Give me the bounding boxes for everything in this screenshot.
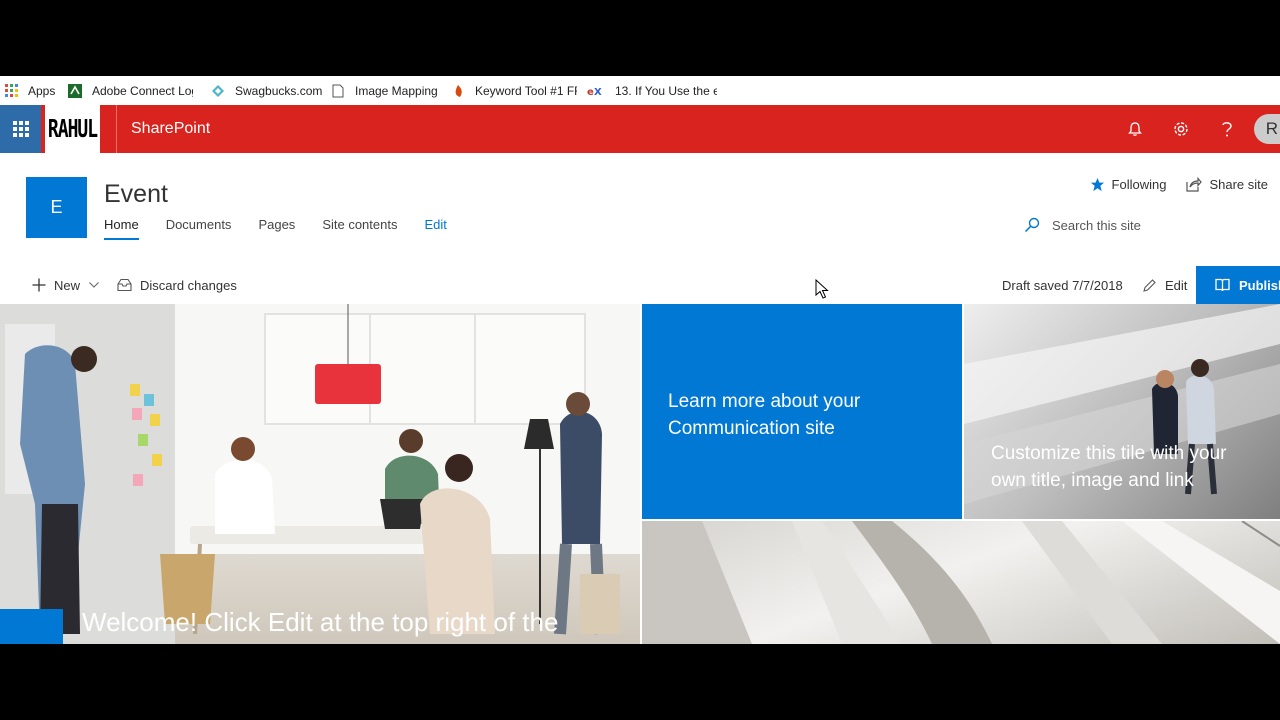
bookmark-image-mapping[interactable]: Image Mapping <box>331 76 451 105</box>
bookmark-adobe-connect[interactable]: Adobe Connect Log <box>68 76 211 105</box>
bell-icon <box>1128 122 1142 136</box>
bookmark-label: 13. If You Use the ec <box>615 83 717 98</box>
share-site-button[interactable]: Share site <box>1186 177 1268 192</box>
avatar-initial: R <box>1265 119 1278 138</box>
suite-bar: RAHUL SharePoint R <box>0 105 1280 153</box>
keyword-tool-icon <box>451 84 465 98</box>
site-navigation: Home Documents Pages Site contents Edit <box>104 217 474 240</box>
bookmark-keyword-tool[interactable]: Keyword Tool #1 FR <box>451 76 587 105</box>
search-placeholder: Search this site <box>1052 217 1141 233</box>
help-button[interactable] <box>1204 105 1250 153</box>
search-box[interactable]: Search this site <box>1024 217 1141 233</box>
notifications-button[interactable] <box>1112 105 1158 153</box>
mouse-cursor-icon <box>815 279 829 299</box>
org-logo-text: RAHUL <box>47 114 98 144</box>
site-header-actions: Following Share site <box>1070 177 1268 192</box>
bookmark-swagbucks[interactable]: Swagbucks.com <box>211 76 331 105</box>
hero-tile-customize[interactable]: Customize this tile with your own title,… <box>964 304 1280 519</box>
bookmark-apps[interactable]: Apps <box>4 76 68 105</box>
discard-changes-button[interactable]: Discard changes <box>117 266 237 304</box>
ex-icon: eX <box>587 84 605 98</box>
tile-learn-more-text: Learn more about your Communication site <box>668 391 861 439</box>
adobe-connect-icon <box>68 83 82 98</box>
gear-icon <box>1174 122 1188 136</box>
edit-page-button[interactable]: Edit <box>1142 266 1187 304</box>
bookmark-label: Apps <box>28 83 56 98</box>
pencil-icon <box>1143 278 1156 292</box>
avatar[interactable]: R <box>1254 114 1280 144</box>
office-meeting-photo <box>0 304 640 644</box>
sharepoint-app-name[interactable]: SharePoint <box>116 105 210 153</box>
plus-icon <box>32 278 46 292</box>
app-launcher-button[interactable] <box>0 105 41 153</box>
discard-label: Discard changes <box>140 277 237 293</box>
apps-grid-icon <box>4 84 18 98</box>
star-filled-icon <box>1090 177 1104 192</box>
site-title[interactable]: Event <box>104 180 168 209</box>
svg-text:X: X <box>594 87 602 97</box>
chevron-down-icon <box>89 282 99 288</box>
hero-accent-bar <box>0 609 63 644</box>
nav-edit-link[interactable]: Edit <box>424 217 446 240</box>
draft-status: Draft saved 7/7/2018 <box>1002 277 1123 293</box>
suite-bar-actions: R <box>1112 105 1280 153</box>
share-site-label: Share site <box>1209 177 1268 192</box>
nav-pages[interactable]: Pages <box>258 217 295 240</box>
discard-icon <box>117 278 132 292</box>
nav-home[interactable]: Home <box>104 217 139 240</box>
publish-button[interactable]: Publish <box>1196 266 1280 304</box>
tile-customize-text: Customize this tile with your own title,… <box>991 443 1227 491</box>
org-logo[interactable]: RAHUL <box>42 105 100 153</box>
architecture-photo <box>642 521 1280 644</box>
hero-tile-architecture[interactable] <box>642 521 1280 644</box>
publish-label: Publish <box>1239 277 1280 293</box>
share-icon <box>1186 177 1203 192</box>
search-icon <box>1024 217 1040 233</box>
settings-button[interactable] <box>1158 105 1204 153</box>
command-bar: New Discard changes Draft saved 7/7/2018… <box>0 266 1280 304</box>
following-button[interactable]: Following <box>1090 177 1167 192</box>
edit-label: Edit <box>1165 277 1188 293</box>
new-label: New <box>54 277 81 293</box>
bookmark-label: Adobe Connect Log <box>92 83 193 98</box>
site-logo[interactable]: E <box>26 177 87 238</box>
nav-site-contents[interactable]: Site contents <box>322 217 397 240</box>
following-label: Following <box>1111 177 1167 192</box>
hero-welcome-text: Welcome! Click Edit at the top right of … <box>82 607 559 637</box>
hero-tile-learn-more[interactable]: Learn more about your Communication site <box>642 304 962 519</box>
bookmark-label: Image Mapping <box>355 83 438 98</box>
new-button[interactable]: New <box>32 266 99 304</box>
swagbucks-icon <box>211 84 225 98</box>
bookmark-label: Swagbucks.com <box>235 83 323 98</box>
svg-text:e: e <box>587 87 594 97</box>
bookmark-if-you-use[interactable]: eX 13. If You Use the ec <box>587 76 727 105</box>
bookmark-label: Keyword Tool #1 FR <box>475 83 577 98</box>
browser-viewport: Apps Adobe Connect Log Swagbucks.com Ima… <box>0 76 1280 644</box>
nav-documents[interactable]: Documents <box>166 217 232 240</box>
book-icon <box>1215 278 1230 292</box>
hero-webpart: Welcome! Click Edit at the top right of … <box>0 304 1280 644</box>
hero-tile-main[interactable]: Welcome! Click Edit at the top right of … <box>0 304 640 644</box>
page-icon <box>331 84 345 98</box>
site-logo-letter: E <box>50 197 63 217</box>
question-icon <box>1222 122 1232 137</box>
bookmarks-bar: Apps Adobe Connect Log Swagbucks.com Ima… <box>0 76 1280 105</box>
waffle-icon <box>12 121 29 137</box>
